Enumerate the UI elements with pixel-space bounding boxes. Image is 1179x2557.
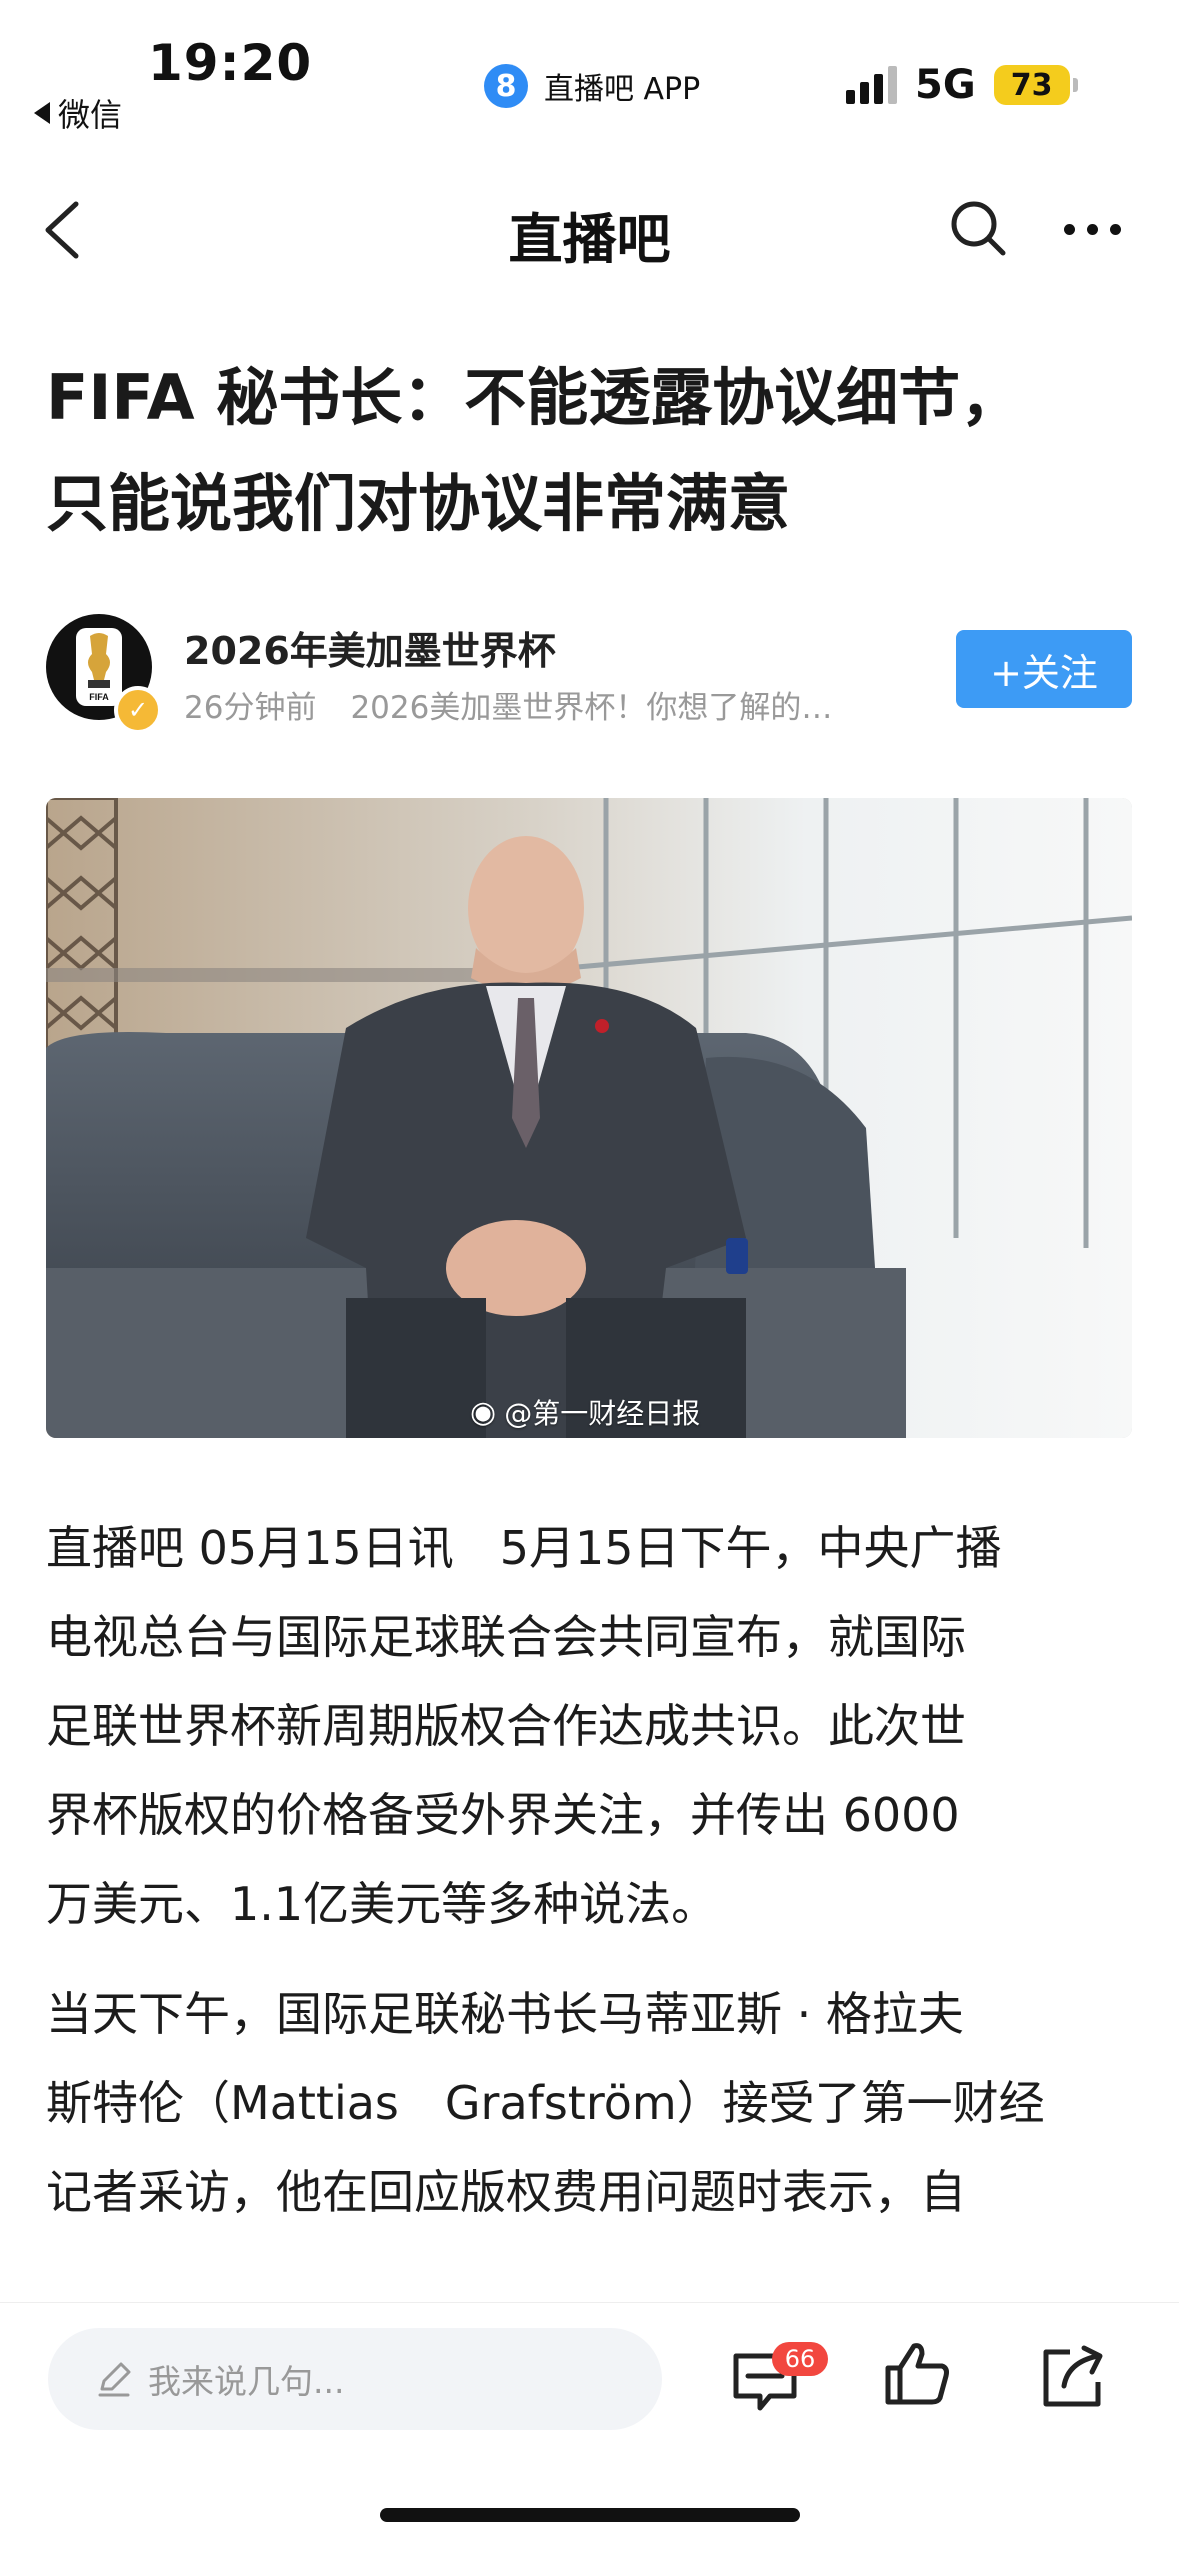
article-image[interactable] bbox=[46, 798, 1132, 1438]
status-app-name: 直播吧 APP bbox=[544, 72, 701, 107]
svg-text:FIFA: FIFA bbox=[89, 692, 109, 702]
article-title: FIFA 秘书长：不能透露协议细节， 只能说我们对协议非常满意 bbox=[46, 345, 1146, 557]
publish-time: 26分钟前 bbox=[184, 690, 317, 726]
pencil-icon bbox=[98, 2362, 131, 2397]
status-indicators: 5G 73 bbox=[846, 62, 1078, 108]
back-triangle-icon bbox=[34, 102, 50, 124]
article-paragraph: 直播吧 05月15日讯 5月15日下午，中央广播 电视总台与国际足球联合会共同宣… bbox=[46, 1504, 1134, 1949]
comment-count-badge: 66 bbox=[772, 2342, 828, 2376]
like-icon[interactable] bbox=[882, 2338, 952, 2408]
comment-placeholder: 我来说几句... bbox=[148, 2362, 345, 2401]
author-name[interactable]: 2026年美加墨世界杯 bbox=[184, 620, 556, 675]
article-title-line: FIFA 秘书长：不能透露协议细节， bbox=[46, 361, 1023, 434]
back-to-app-link[interactable]: 微信 bbox=[34, 90, 122, 136]
article-photo bbox=[46, 798, 1132, 1438]
status-app-indicator: 8 直播吧 APP bbox=[484, 64, 700, 108]
trophy-logo-icon: FIFA bbox=[76, 628, 122, 706]
verified-badge-icon: ✓ bbox=[114, 686, 162, 734]
app-logo-icon: 8 bbox=[484, 64, 528, 108]
paragraph-line: 斯特伦（Mattias Grafström）接受了第一财经 bbox=[46, 2076, 1045, 2130]
paragraph-line: 万美元、1.1亿美元等多种说法。 bbox=[46, 1877, 718, 1931]
signal-icon bbox=[846, 66, 897, 104]
comment-input[interactable]: 我来说几句... bbox=[48, 2328, 662, 2430]
article-paragraph: 当天下午，国际足联秘书长马蒂亚斯 · 格拉夫 斯特伦（Mattias Grafs… bbox=[46, 1970, 1134, 2237]
image-watermark: ◉ @第一财经日报 bbox=[470, 1392, 700, 1432]
article-title-line: 只能说我们对协议非常满意 bbox=[46, 467, 791, 540]
paragraph-line: 界杯版权的价格备受外界关注，并传出 6000 bbox=[46, 1788, 960, 1842]
status-time: 19:20 bbox=[148, 34, 313, 92]
watermark-label: @第一财经日报 bbox=[504, 1397, 701, 1430]
search-icon[interactable] bbox=[948, 198, 1008, 258]
back-app-label: 微信 bbox=[58, 96, 123, 134]
author-meta: 26分钟前 2026美加墨世界杯！你想了解的… bbox=[184, 682, 924, 727]
more-icon[interactable] bbox=[1064, 224, 1121, 235]
paragraph-line: 当天下午，国际足联秘书长马蒂亚斯 · 格拉夫 bbox=[46, 1987, 964, 2041]
paragraph-line: 足联世界杯新周期版权合作达成共识。此次世 bbox=[46, 1699, 966, 1753]
home-indicator[interactable] bbox=[380, 2508, 800, 2522]
paragraph-line: 记者采访，他在回应版权费用问题时表示，自 bbox=[46, 2165, 966, 2219]
share-icon[interactable] bbox=[1038, 2342, 1108, 2412]
network-type: 5G bbox=[915, 62, 976, 108]
weibo-icon: ◉ bbox=[470, 1394, 497, 1430]
author-bio: 2026美加墨世界杯！你想了解的… bbox=[350, 690, 833, 726]
battery-icon: 73 bbox=[993, 65, 1078, 105]
paragraph-line: 直播吧 05月15日讯 5月15日下午，中央广播 bbox=[46, 1521, 1002, 1575]
follow-button[interactable]: +关注 bbox=[956, 630, 1132, 708]
paragraph-line: 电视总台与国际足球联合会共同宣布，就国际 bbox=[46, 1610, 966, 1664]
